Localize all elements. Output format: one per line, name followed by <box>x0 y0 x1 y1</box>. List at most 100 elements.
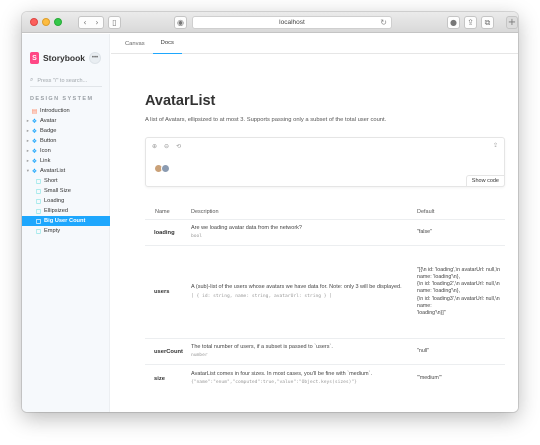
sidebar-item[interactable]: ▤ Introduction <box>22 106 110 116</box>
prop-name: userCount <box>154 348 183 355</box>
prop-default: "false" <box>417 228 432 235</box>
prop-type: number <box>191 353 208 359</box>
open-in-new-tab-icon[interactable]: ⇪ <box>493 142 498 149</box>
window-controls <box>30 18 62 26</box>
search-icon: ⌕ <box>30 77 34 83</box>
sidebar-item[interactable]: ▢ Empty <box>22 226 110 236</box>
document-icon: ▤ <box>31 108 38 115</box>
brand[interactable]: S Storybook <box>30 52 85 64</box>
brand-name: Storybook <box>43 53 86 63</box>
tab-docs[interactable]: Docs <box>152 34 182 54</box>
chevron-right-icon: ▸ <box>26 158 29 163</box>
sidebar-item[interactable]: ▸ ❖ Icon <box>22 146 110 156</box>
header-default: Default <box>417 209 435 215</box>
new-tab-icon[interactable]: + <box>506 16 518 29</box>
sidebar-item-label: Link <box>40 158 51 164</box>
prop-default: "'medium'" <box>417 374 442 381</box>
zoom-out-icon[interactable]: ⊖ <box>164 143 169 150</box>
sidebar-item-label: Empty <box>44 228 61 234</box>
zoom-in-icon[interactable]: ⊕ <box>152 143 157 150</box>
zoom-window-button[interactable] <box>54 18 62 26</box>
table-row: loading Are we loading avatar data from t… <box>145 219 505 245</box>
sidebar-item[interactable]: ▾ ❖ AvatarList <box>22 166 110 176</box>
sidebar-item-label: Badge <box>40 128 57 134</box>
sidebar-item[interactable]: ▢ Short <box>22 176 110 186</box>
privacy-shield-icon[interactable]: ◉ <box>174 16 187 29</box>
story-icon: ▢ <box>35 178 42 185</box>
chevron-down-icon: ▾ <box>26 168 29 173</box>
story-icon: ▢ <box>35 198 42 205</box>
tabs-overview-icon[interactable]: ⧉ <box>481 16 494 29</box>
sidebar-item[interactable]: ▸ ❖ Badge <box>22 126 110 136</box>
settings-menu-button[interactable]: ••• <box>89 52 101 64</box>
chevron-right-icon: ▸ <box>26 118 29 123</box>
story-icon: ▢ <box>35 218 42 225</box>
props-table-body: loading Are we loading avatar data from t… <box>145 219 505 392</box>
browser-window: ‹ › ▯ ◉ localhost ↻ ● ⇪ ⧉ + S Storybook … <box>22 12 518 412</box>
address-bar[interactable]: localhost ↻ <box>192 16 392 29</box>
sidebar-item-label: Ellipsized <box>44 208 69 214</box>
sidebar-item[interactable]: ▢ Small Size <box>22 186 110 196</box>
share-icon[interactable]: ⇪ <box>464 16 477 29</box>
reload-icon[interactable]: ↻ <box>380 18 387 27</box>
history-nav: ‹ › <box>78 16 104 29</box>
section-title: DESIGN SYSTEM <box>30 96 94 102</box>
zoom-reset-icon[interactable]: ⟲ <box>176 143 181 150</box>
storybook-sidebar: S Storybook ••• ⌕ Press "/" to search...… <box>22 34 110 412</box>
forward-button[interactable]: › <box>91 18 103 27</box>
sidebar-item-label: Big User Count <box>44 218 86 224</box>
sidebar-item-label: Button <box>40 138 57 144</box>
story-icon: ▢ <box>35 208 42 215</box>
prop-description: Are we loading avatar data from the netw… <box>191 224 302 231</box>
story-icon: ▢ <box>35 228 42 235</box>
address-bar-text: localhost <box>279 19 305 26</box>
prop-type: {"name":"enum","computed":true,"value":"… <box>191 380 357 386</box>
download-icon[interactable]: ● <box>447 16 460 29</box>
prop-default: "[{\n id: 'loading',\n avatarUrl: null,\… <box>417 267 501 316</box>
search-input[interactable]: ⌕ Press "/" to search... <box>30 75 102 87</box>
page-description: A list of Avatars, ellipsized to at most… <box>145 117 387 123</box>
table-row: userCount The total number of users, if a… <box>145 338 505 364</box>
back-button[interactable]: ‹ <box>79 18 91 27</box>
table-row: users A (sub)-list of the users whose ava… <box>145 245 505 338</box>
close-window-button[interactable] <box>30 18 38 26</box>
header-name: Name <box>155 209 170 215</box>
story-icon: ▢ <box>35 188 42 195</box>
show-code-button[interactable]: Show code <box>465 175 505 187</box>
story-tree: ▤ Introduction ▸ ❖ Avatar ▸ ❖ Badge ▸ ❖ Button ▸ ❖ Ic… <box>22 106 110 236</box>
avatar-list <box>154 164 170 173</box>
sidebar-toggle-icon[interactable]: ▯ <box>108 16 121 29</box>
tab-canvas[interactable]: Canvas <box>117 34 153 54</box>
sidebar-item-label: Small Size <box>44 188 71 194</box>
docs-panel: Canvas Docs AvatarList A list of Avatars,… <box>111 34 518 412</box>
sidebar-item[interactable]: ▢ Loading <box>22 196 110 206</box>
sidebar-item[interactable]: ▸ ❖ Button <box>22 136 110 146</box>
sidebar-item[interactable]: ▢ Ellipsized <box>22 206 110 216</box>
prop-description: AvatarList comes in four sizes. In most … <box>191 370 372 377</box>
sidebar-item-label: Introduction <box>40 108 70 114</box>
prop-description-cell: AvatarList comes in four sizes. In most … <box>191 365 417 392</box>
minimize-window-button[interactable] <box>42 18 50 26</box>
prop-description-cell: A (sub)-list of the users whose avatars … <box>191 246 417 338</box>
props-table-header: Name Description Default <box>145 205 505 219</box>
search-placeholder: Press "/" to search... <box>37 77 88 84</box>
sidebar-item-label: AvatarList <box>40 168 66 174</box>
story-preview: ⊕ ⊖ ⟲ ⇪ Show code <box>145 137 505 187</box>
prop-type: bool <box>191 234 203 240</box>
prop-type: [ { id: string, name: string, avatarUrl:… <box>191 293 333 299</box>
component-icon: ❖ <box>31 128 38 135</box>
sidebar-item[interactable]: ▸ ❖ Avatar <box>22 116 110 126</box>
page-title: AvatarList <box>145 93 216 109</box>
prop-description: A (sub)-list of the users whose avatars … <box>191 284 402 291</box>
chevron-right-icon: ▸ <box>26 128 29 133</box>
sidebar-item[interactable]: ▸ ❖ Link <box>22 156 110 166</box>
prop-name: loading <box>154 229 175 236</box>
component-icon: ❖ <box>31 168 38 175</box>
sidebar-item-label: Icon <box>40 148 51 154</box>
storybook-logo-icon: S <box>30 52 39 64</box>
prop-name: users <box>154 289 170 295</box>
avatar <box>161 164 170 173</box>
browser-titlebar: ‹ › ▯ ◉ localhost ↻ ● ⇪ ⧉ + <box>22 12 518 33</box>
sidebar-item[interactable]: ▢ Big User Count <box>22 216 110 226</box>
preview-toolbar: ⊕ ⊖ ⟲ <box>152 143 181 150</box>
